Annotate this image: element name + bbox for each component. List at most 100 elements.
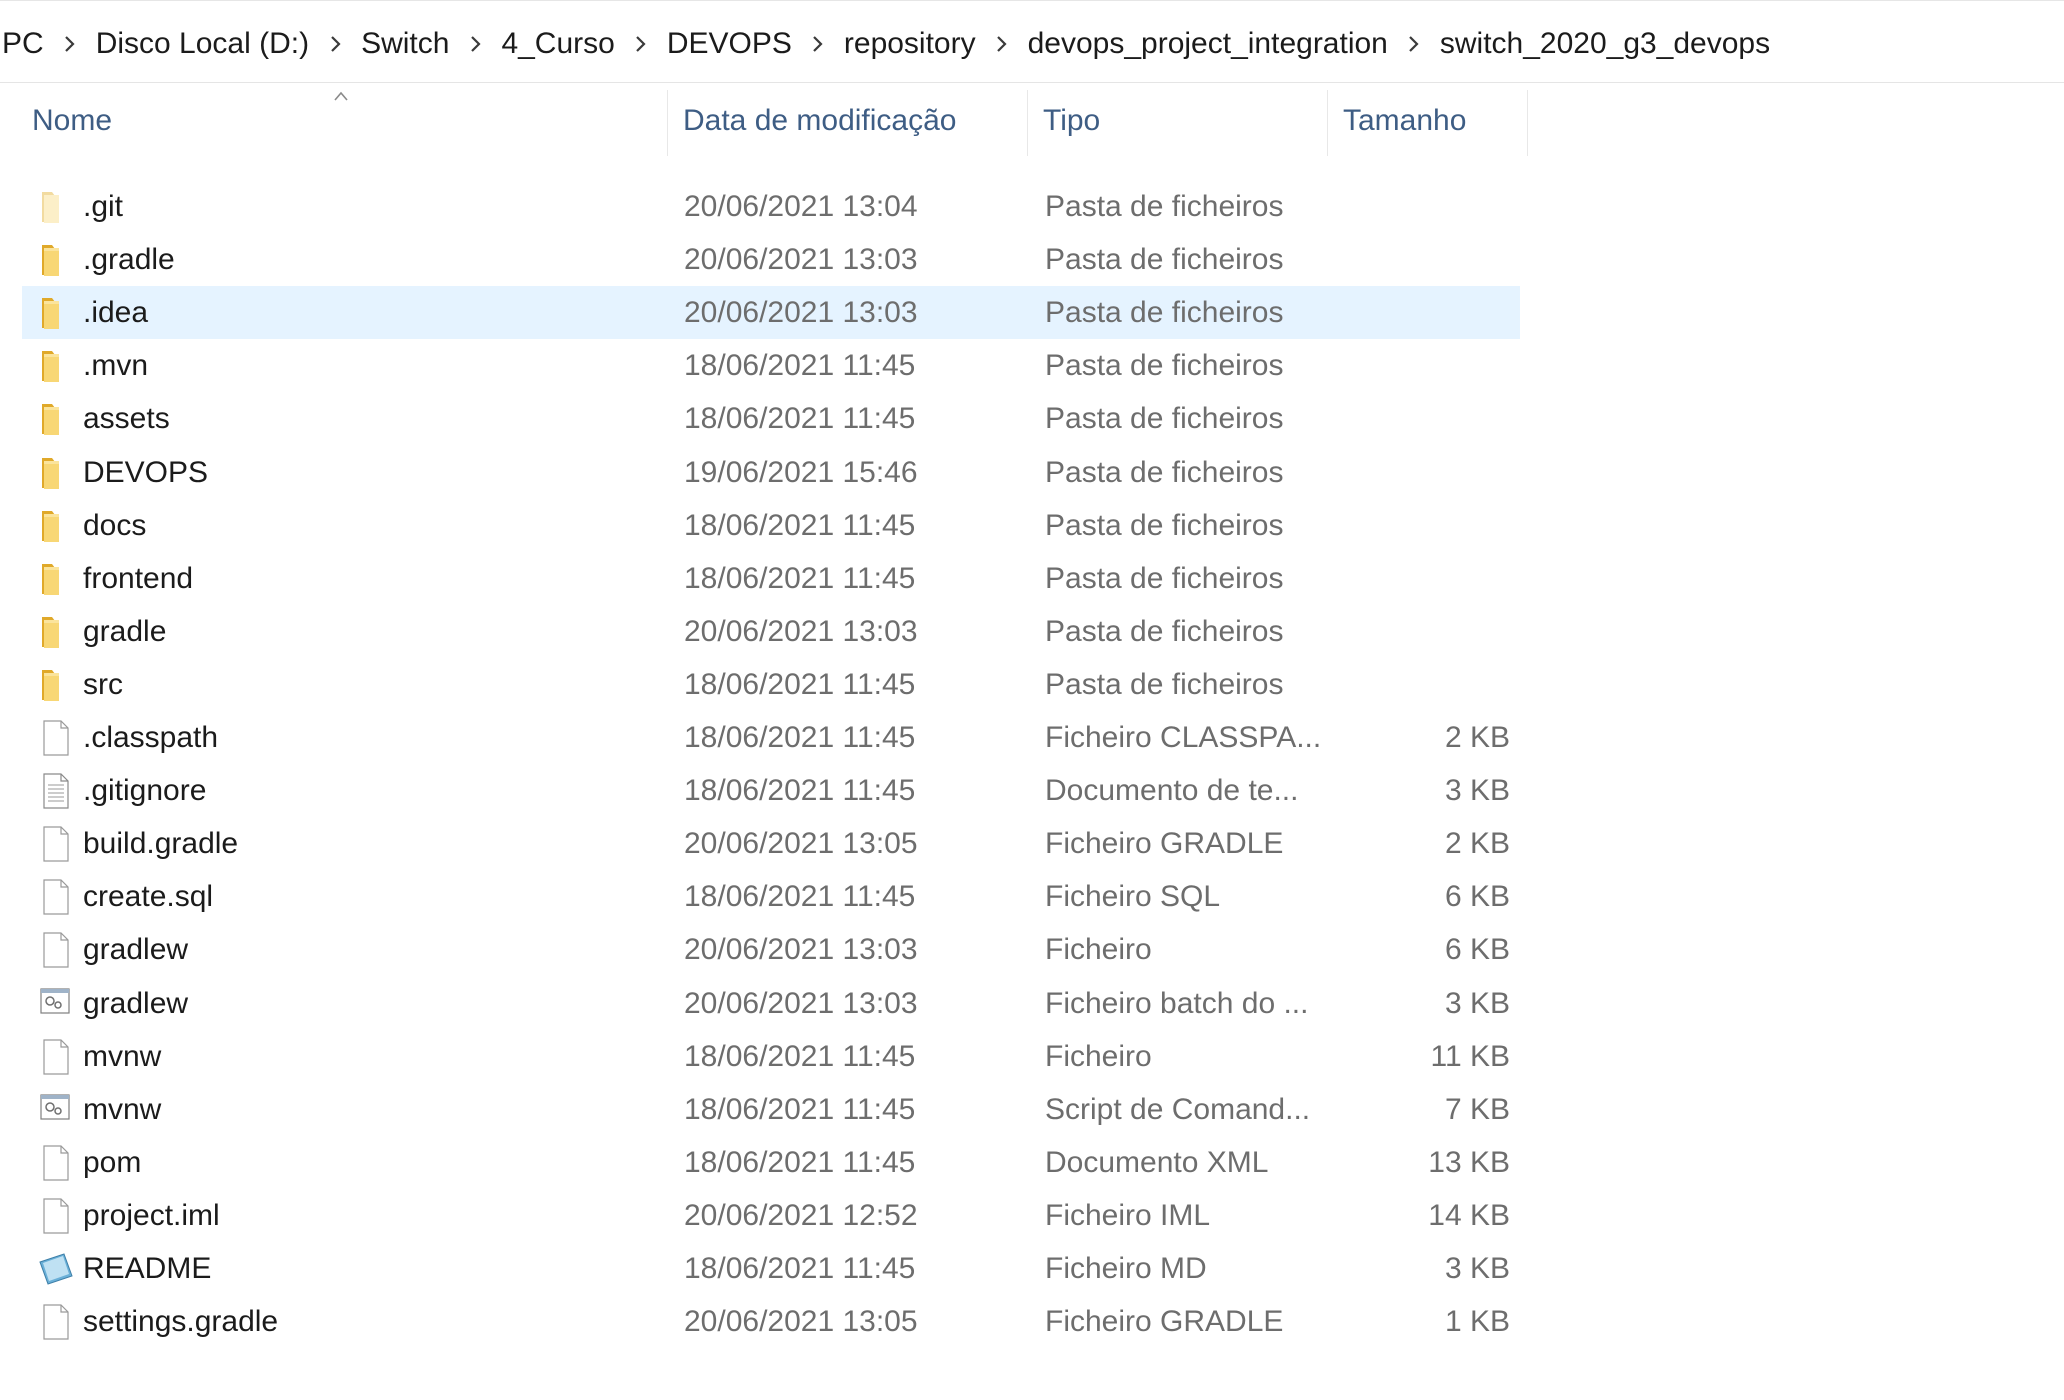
folder-faded-icon (38, 188, 74, 226)
file-row[interactable]: mvnw 18/06/2021 11:45 Ficheiro 11 KB (22, 1030, 1520, 1083)
file-date-modified: 20/06/2021 13:03 (684, 933, 918, 967)
file-type: Documento XML (1045, 1145, 1269, 1179)
file-row[interactable]: DEVOPS 19/06/2021 15:46 Pasta de ficheiros (22, 446, 1520, 499)
column-divider[interactable] (1327, 90, 1328, 156)
folder-icon (38, 400, 74, 438)
file-row[interactable]: mvnw 18/06/2021 11:45 Script de Comand... 7… (22, 1083, 1520, 1136)
file-icon (38, 719, 74, 757)
text-file-icon (38, 772, 74, 810)
breadcrumb-item[interactable]: devops_project_integration (1024, 27, 1392, 61)
column-divider[interactable] (1527, 90, 1528, 156)
file-row[interactable]: create.sql 18/06/2021 11:45 Ficheiro SQL 6 … (22, 870, 1520, 923)
breadcrumb-item[interactable]: Disco Local (D:) (92, 27, 313, 61)
file-row[interactable]: .git 20/06/2021 13:04 Pasta de ficheiros (22, 180, 1520, 233)
file-row[interactable]: pom 18/06/2021 11:45 Documento XML 13 KB (22, 1136, 1520, 1189)
file-row[interactable]: docs 18/06/2021 11:45 Pasta de ficheiros (22, 499, 1520, 552)
file-size: 13 KB (1428, 1145, 1510, 1179)
file-row[interactable]: .gitignore 18/06/2021 11:45 Documento de t… (22, 764, 1520, 817)
file-row[interactable]: .gradle 20/06/2021 13:03 Pasta de ficheiro… (22, 233, 1520, 286)
file-size: 3 KB (1444, 1252, 1510, 1285)
column-header-type[interactable]: Tipo (1043, 84, 1323, 158)
file-type: Ficheiro CLASSPA... (1045, 721, 1322, 754)
file-name: gradle (83, 614, 167, 648)
file-name: pom (83, 1145, 142, 1179)
column-header-size[interactable]: Tamanho (1343, 84, 1523, 158)
file-type: Ficheiro SQL (1045, 880, 1221, 914)
file-name: .idea (83, 296, 149, 330)
chevron-right-icon[interactable] (980, 35, 1024, 53)
file-type: Ficheiro GRADLE (1045, 827, 1284, 861)
file-size: 7 KB (1444, 1092, 1510, 1126)
chevron-right-icon[interactable] (619, 35, 663, 53)
breadcrumb-item[interactable]: switch_2020_g3_devops (1436, 27, 1774, 61)
file-date-modified: 20/06/2021 13:03 (684, 614, 918, 648)
file-size: 3 KB (1444, 986, 1510, 1020)
file-name: DEVOPS (83, 455, 209, 489)
column-header-date[interactable]: Data de modificação (683, 84, 1023, 158)
file-type: Pasta de ficheiros (1045, 402, 1284, 436)
file-date-modified: 20/06/2021 12:52 (684, 1198, 918, 1232)
file-row[interactable]: assets 18/06/2021 11:45 Pasta de ficheiros (22, 392, 1520, 445)
column-divider[interactable] (667, 90, 668, 156)
file-name: frontend (83, 561, 194, 595)
chevron-right-icon[interactable] (453, 35, 497, 53)
file-date-modified: 18/06/2021 11:45 (684, 880, 916, 914)
file-name: .gitignore (83, 774, 207, 808)
file-icon (38, 825, 74, 863)
file-row[interactable]: .classpath 18/06/2021 11:45 Ficheiro CLASS… (22, 711, 1520, 764)
file-type: Ficheiro (1045, 933, 1152, 967)
file-row[interactable]: gradlew 20/06/2021 13:03 Ficheiro batch do… (22, 977, 1520, 1030)
file-icon (38, 1144, 74, 1182)
file-row[interactable]: src 18/06/2021 11:45 Pasta de ficheiros (22, 658, 1520, 711)
breadcrumb-item[interactable]: repository (840, 27, 980, 61)
file-size: 6 KB (1444, 933, 1510, 967)
file-row[interactable]: .mvn 18/06/2021 11:45 Pasta de ficheiros (22, 339, 1520, 392)
chevron-right-icon[interactable] (48, 35, 92, 53)
file-type: Documento de te... (1045, 774, 1299, 808)
file-size: 2 KB (1444, 827, 1510, 861)
file-row[interactable]: gradle 20/06/2021 13:03 Pasta de ficheiros (22, 605, 1520, 658)
chevron-right-icon[interactable] (1392, 35, 1436, 53)
file-name: project.iml (83, 1198, 220, 1232)
breadcrumb-item[interactable]: 4_Curso (497, 27, 618, 61)
column-header-date-label: Data de modificação (683, 104, 957, 137)
breadcrumb-item[interactable]: PC (0, 27, 48, 61)
file-date-modified: 18/06/2021 11:45 (684, 508, 916, 542)
column-divider[interactable] (1027, 90, 1028, 156)
file-type: Pasta de ficheiros (1045, 296, 1284, 330)
file-row[interactable]: build.gradle 20/06/2021 13:05 Ficheiro GRA… (22, 817, 1520, 870)
file-date-modified: 20/06/2021 13:03 (684, 986, 918, 1020)
file-row[interactable]: .idea 20/06/2021 13:03 Pasta de ficheiros (22, 286, 1520, 340)
batch-file-icon (38, 1091, 74, 1129)
file-name: .git (83, 190, 124, 223)
file-type: Ficheiro MD (1045, 1252, 1207, 1285)
file-size: 14 KB (1428, 1198, 1510, 1232)
file-row[interactable]: README 18/06/2021 11:45 Ficheiro MD 3 KB (22, 1242, 1520, 1295)
file-type: Ficheiro IML (1045, 1198, 1211, 1232)
folder-icon (38, 347, 74, 385)
file-date-modified: 18/06/2021 11:45 (684, 1252, 916, 1285)
file-row[interactable]: frontend 18/06/2021 11:45 Pasta de ficheir… (22, 552, 1520, 605)
chevron-right-icon[interactable] (313, 35, 357, 53)
file-name: README (83, 1252, 212, 1285)
file-type: Pasta de ficheiros (1045, 614, 1284, 648)
breadcrumb-item[interactable]: DEVOPS (663, 27, 796, 61)
file-date-modified: 20/06/2021 13:05 (684, 1305, 918, 1339)
file-type: Pasta de ficheiros (1045, 561, 1284, 595)
file-row[interactable]: settings.gradle 20/06/2021 13:05 Ficheiro … (22, 1295, 1520, 1348)
breadcrumb-item[interactable]: Switch (357, 27, 453, 61)
chevron-right-icon[interactable] (796, 35, 840, 53)
file-row[interactable]: project.iml 20/06/2021 12:52 Ficheiro IML 1… (22, 1189, 1520, 1242)
column-header-row: Nome Data de modificação Tipo Tamanho (0, 84, 1530, 158)
file-type: Pasta de ficheiros (1045, 508, 1284, 542)
file-row[interactable]: gradlew 20/06/2021 13:03 Ficheiro 6 KB (22, 923, 1520, 976)
folder-icon (38, 454, 74, 492)
file-icon (38, 931, 74, 969)
folder-icon (38, 507, 74, 545)
file-size: 1 KB (1444, 1305, 1510, 1339)
file-type: Ficheiro batch do ... (1045, 986, 1309, 1020)
file-date-modified: 18/06/2021 11:45 (684, 1092, 916, 1126)
folder-icon (38, 613, 74, 651)
folder-icon (38, 241, 74, 279)
file-name: build.gradle (83, 827, 239, 861)
